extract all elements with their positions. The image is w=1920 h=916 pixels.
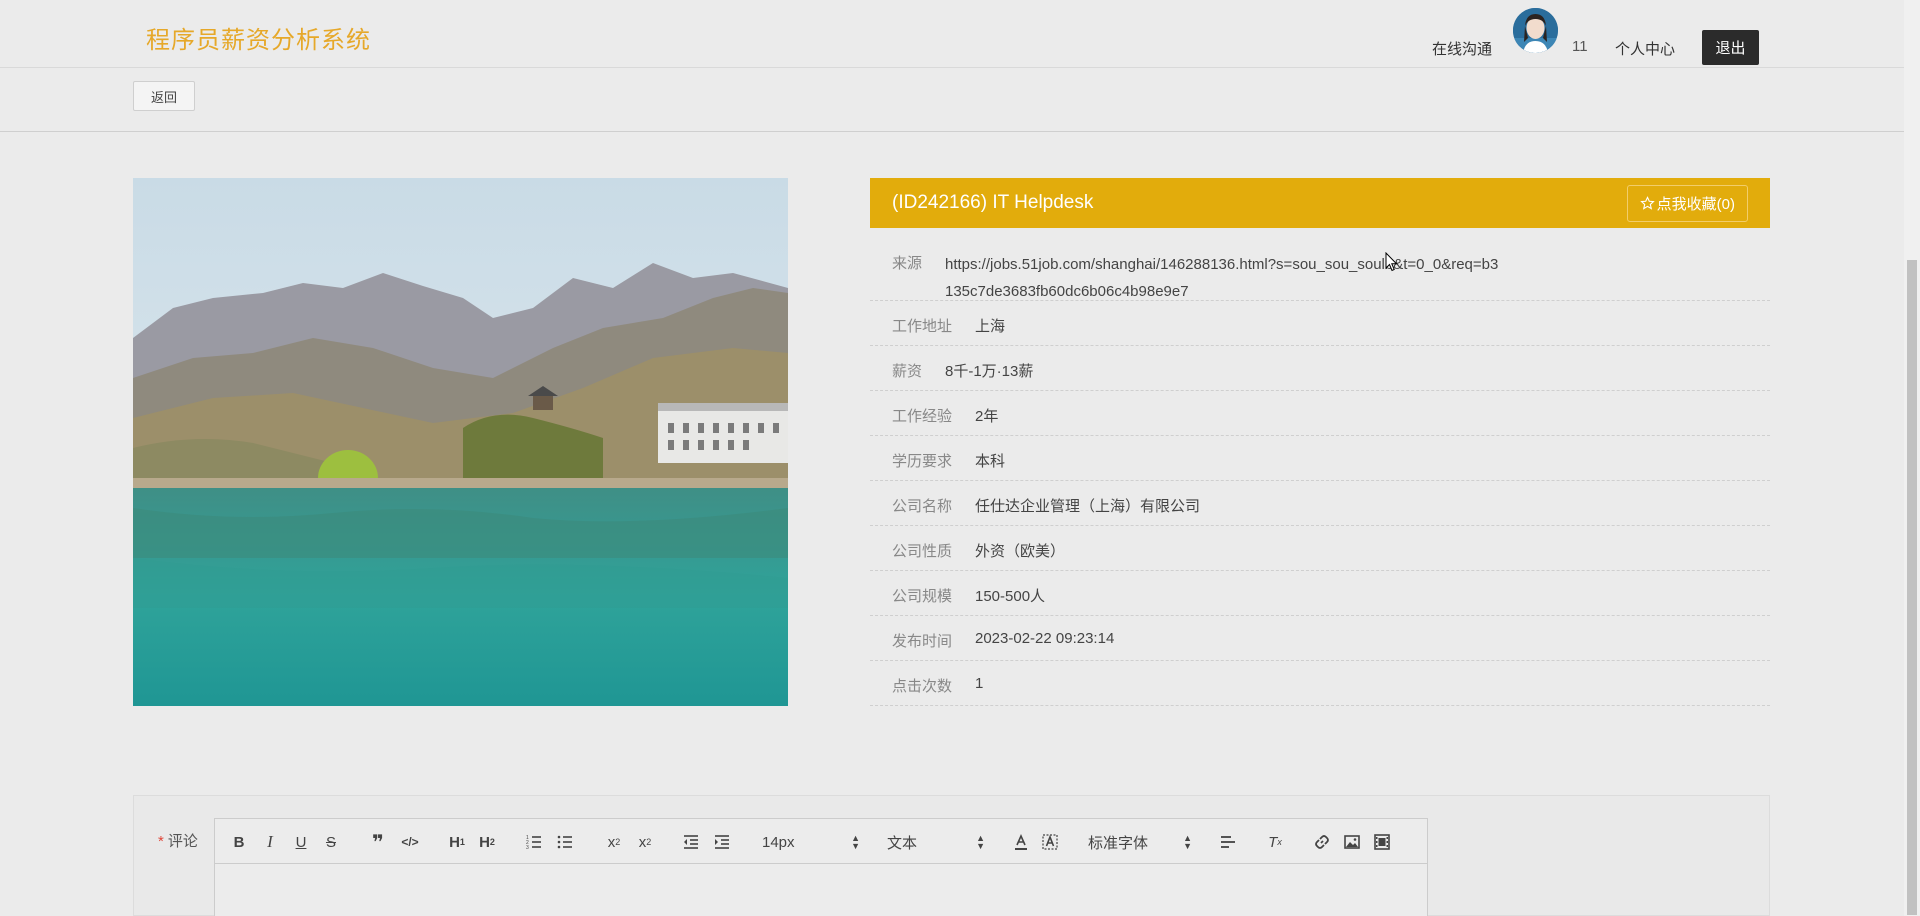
detail-row-click-count: 点击次数 1 [870,661,1770,706]
job-detail-list: 来源 https://jobs.51job.com/shanghai/14628… [870,228,1770,706]
detail-key: 点击次数 [892,678,953,695]
text-style-select[interactable]: 文本 ▲ ▼ [887,831,985,853]
underline-icon[interactable]: U [291,831,311,853]
detail-key: 发布时间 [892,633,953,650]
detail-value: 8千-1万·13薪 [945,363,1034,380]
page-scrollbar[interactable] [1904,0,1920,916]
job-title: (ID242166) IT Helpdesk [892,192,1094,213]
top-navbar: 程序员薪资分析系统 在线沟通 11 个人中心 退出 [0,0,1904,68]
heading1-icon[interactable]: H1 [446,831,468,853]
detail-value: 本科 [975,453,1006,470]
subscript-icon[interactable]: x2 [603,831,625,853]
font-size-select[interactable]: 14px ▲ ▼ [762,831,860,853]
editor-content-area[interactable] [215,864,1427,916]
mouse-cursor-icon [1385,251,1399,277]
ordered-list-icon[interactable]: 123 [524,831,544,853]
svg-text:3: 3 [526,845,529,851]
detail-key: 公司性质 [892,543,953,560]
font-family-select[interactable]: 标准字体 ▲ ▼ [1088,831,1192,853]
job-title-bar: (ID242166) IT Helpdesk 点我收藏(0) [870,178,1770,228]
detail-row-source: 来源 https://jobs.51job.com/shanghai/14628… [870,228,1770,301]
video-icon[interactable] [1372,831,1392,853]
align-left-icon[interactable] [1218,831,1238,853]
rich-text-editor[interactable]: B I U S ❞ </> H1 H2 123 x2 x2 14px ▲ ▼ 文… [214,818,1428,916]
clear-format-icon[interactable]: Tx [1265,831,1285,853]
superscript-icon[interactable]: x2 [634,831,656,853]
job-cover-image [133,178,788,706]
comment-section: * 评论 B I U S ❞ </> H1 H2 123 x2 x2 14px … [133,795,1770,916]
star-icon [1639,196,1655,210]
bullet-list-icon[interactable] [555,831,575,853]
scrollbar-thumb[interactable] [1907,260,1917,915]
bold-icon[interactable]: B [229,831,249,853]
detail-key: 公司规模 [892,588,953,605]
link-icon[interactable] [1312,831,1332,853]
detail-row-company-type: 公司性质 外资（欧美） [870,526,1770,571]
app-brand-title[interactable]: 程序员薪资分析系统 [146,20,371,55]
detail-row-company-size: 公司规模 150-500人 [870,571,1770,616]
detail-row-salary: 薪资 8千-1万·13薪 [870,346,1770,391]
select-arrow-icon: ▲ ▼ [1183,833,1192,851]
comment-label-text: 评论 [167,833,198,850]
code-block-icon[interactable]: </> [399,831,421,853]
font-color-icon[interactable] [1011,831,1031,853]
image-icon[interactable] [1342,831,1362,853]
logout-button[interactable]: 退出 [1702,30,1759,65]
detail-key: 工作经验 [892,408,953,425]
indent-icon[interactable] [712,831,732,853]
detail-key: 来源 [892,255,923,272]
detail-key: 学历要求 [892,453,953,470]
online-chat-link[interactable]: 在线沟通 [1432,38,1492,59]
font-size-value: 14px [762,833,795,851]
editor-toolbar: B I U S ❞ </> H1 H2 123 x2 x2 14px ▲ ▼ 文… [215,819,1427,864]
text-style-value: 文本 [887,834,918,852]
detail-key: 工作地址 [892,318,953,335]
heading2-icon[interactable]: H2 [476,831,498,853]
select-arrow-icon: ▲ ▼ [976,833,985,851]
select-arrow-icon: ▲ ▼ [851,833,860,851]
background-color-icon[interactable] [1040,831,1060,853]
detail-value: 150-500人 [975,588,1046,605]
detail-key: 公司名称 [892,498,953,515]
detail-value: 任仕达企业管理（上海）有限公司 [975,498,1201,515]
detail-row-address: 工作地址 上海 [870,301,1770,346]
detail-value: 上海 [975,318,1006,335]
user-avatar[interactable] [1513,8,1558,53]
back-button[interactable]: 返回 [133,81,195,111]
back-toolbar: 返回 [0,69,1904,132]
detail-row-publish-time: 发布时间 2023-02-22 09:23:14 [870,616,1770,661]
strikethrough-icon[interactable]: S [321,831,341,853]
favorite-label: 点我收藏(0) [1656,196,1735,213]
outdent-icon[interactable] [681,831,701,853]
detail-key: 薪资 [892,363,923,380]
detail-value: 2023-02-22 09:23:14 [975,630,1115,647]
detail-value: 2年 [975,408,999,425]
required-mark: * [158,833,164,850]
detail-row-company-name: 公司名称 任仕达企业管理（上海）有限公司 [870,481,1770,526]
detail-value: 1 [975,675,984,692]
font-family-value: 标准字体 [1088,834,1149,852]
italic-icon[interactable]: I [260,831,280,853]
username-label: 11 [1572,38,1588,55]
detail-row-experience: 工作经验 2年 [870,391,1770,436]
detail-row-education: 学历要求 本科 [870,436,1770,481]
blockquote-icon[interactable]: ❞ [368,831,388,854]
personal-center-link[interactable]: 个人中心 [1615,38,1675,59]
detail-value: 外资（欧美） [975,543,1066,560]
favorite-button[interactable]: 点我收藏(0) [1626,185,1748,222]
comment-label: * 评论 [158,830,198,851]
detail-value-source-url[interactable]: https://jobs.51job.com/shanghai/14628813… [945,251,1505,305]
